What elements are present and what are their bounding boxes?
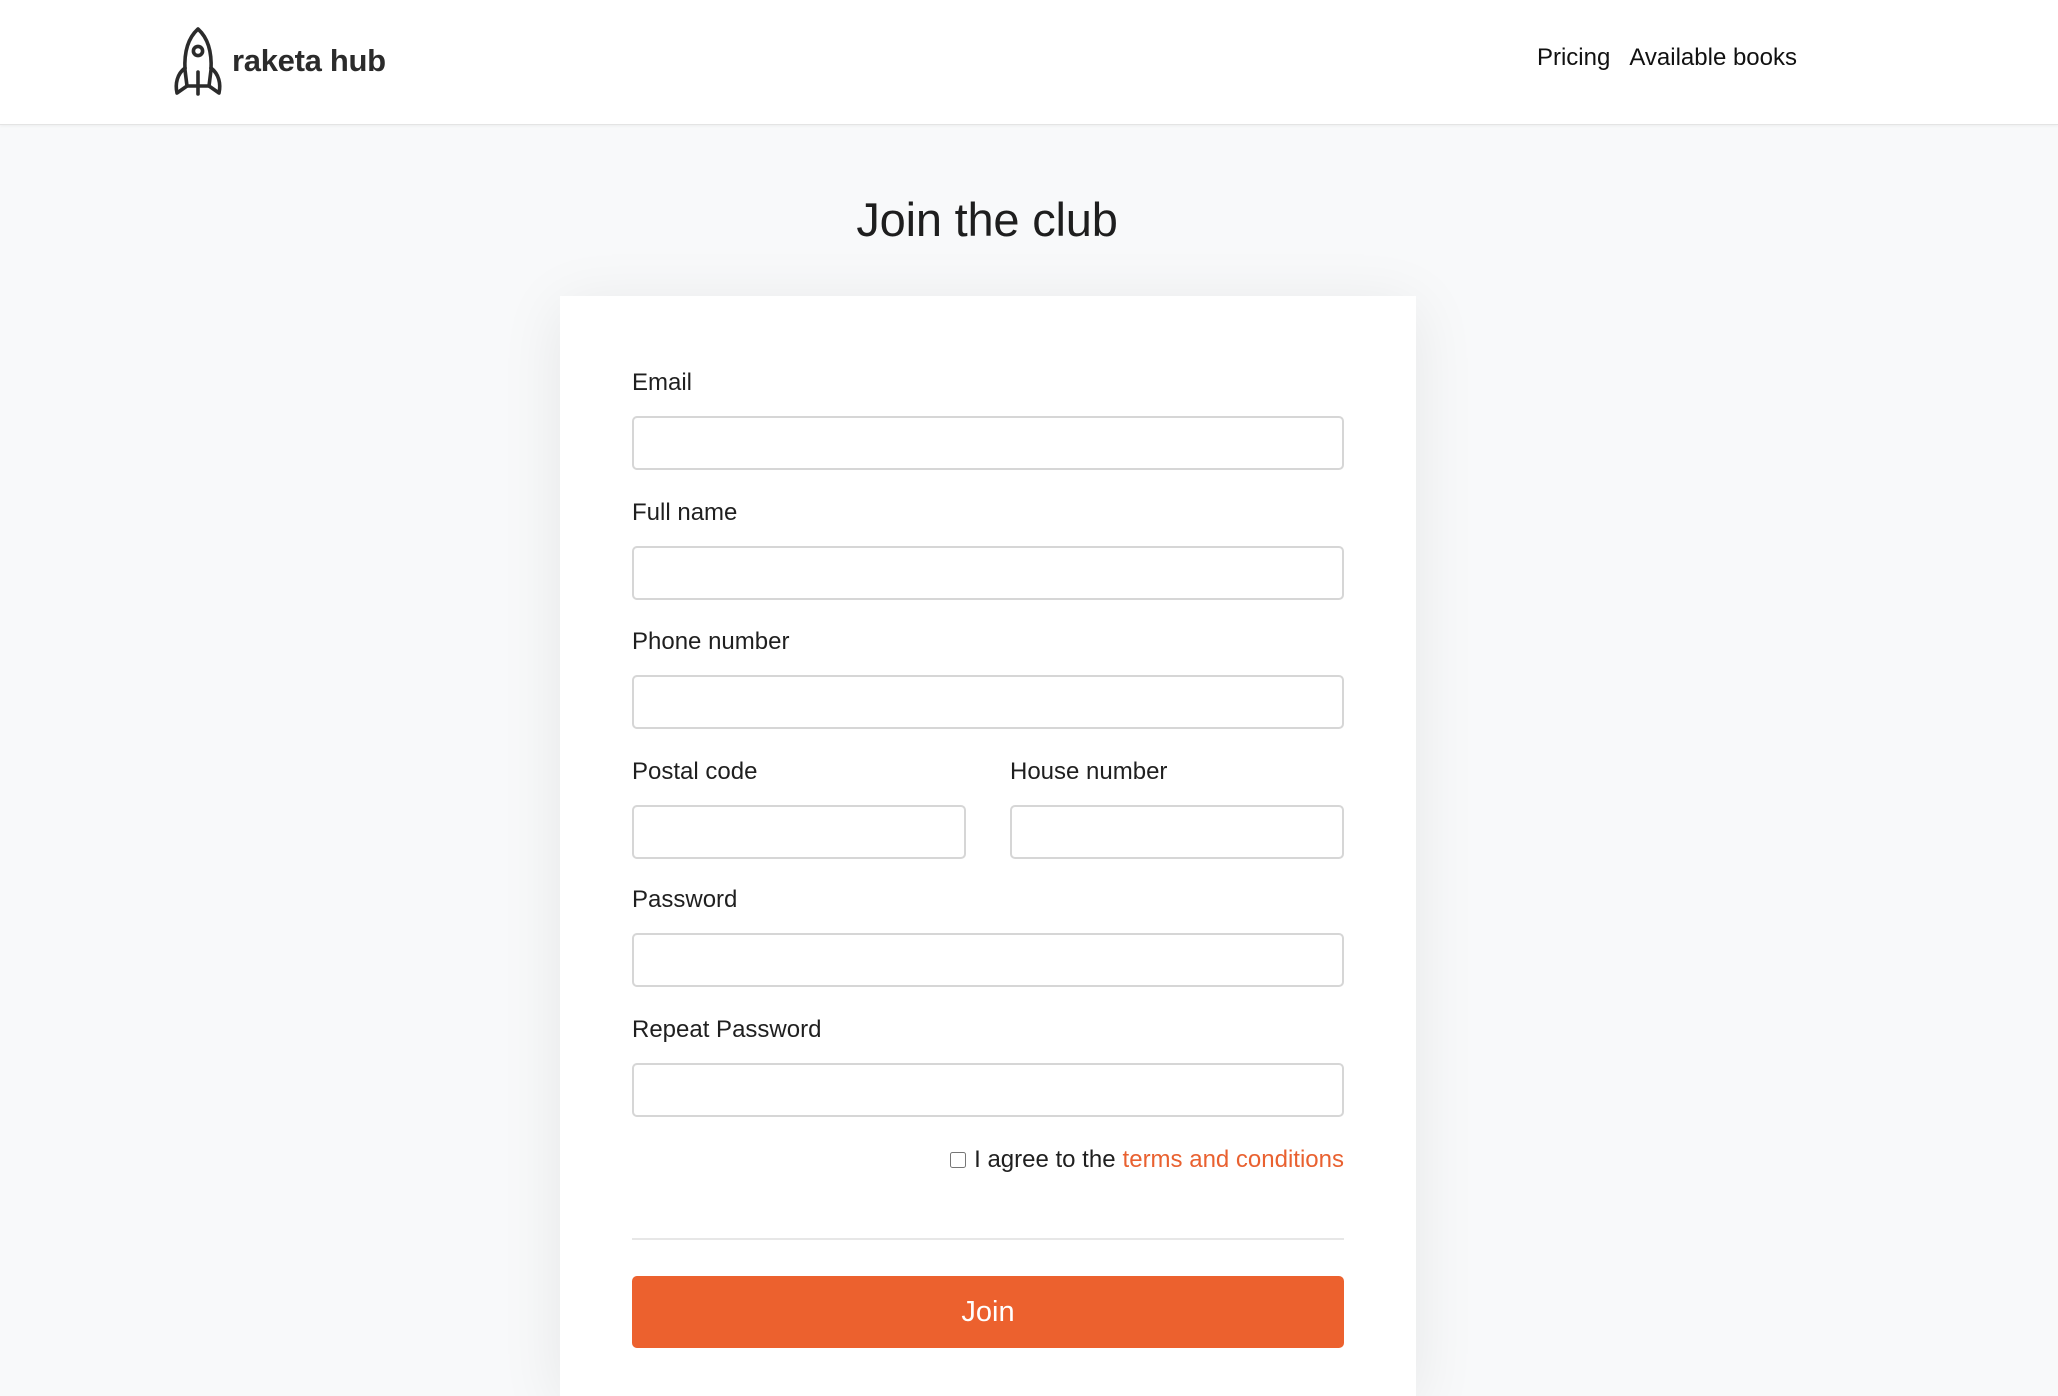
nav-link-pricing[interactable]: Pricing (1537, 44, 1610, 72)
terms-agreement: I agree to the terms and conditions (950, 1146, 1344, 1174)
main-nav: Pricing Available books (1537, 44, 1797, 72)
email-field[interactable] (632, 416, 1344, 470)
phone-number-label: Phone number (632, 628, 790, 655)
terms-agree-label[interactable]: I agree to the (974, 1146, 1115, 1174)
house-number-label: House number (1010, 758, 1168, 785)
site-header: raketa hub Pricing Available books (0, 0, 2058, 125)
repeat-password-label: Repeat Password (632, 1016, 822, 1043)
postal-code-field[interactable] (632, 805, 966, 859)
form-divider (632, 1238, 1344, 1240)
house-number-field[interactable] (1010, 805, 1344, 859)
brand-logo-link[interactable]: raketa hub (172, 26, 386, 96)
full-name-field[interactable] (632, 546, 1344, 600)
brand-name: raketa hub (232, 43, 386, 78)
join-button[interactable]: Join (632, 1276, 1344, 1348)
page-title: Join the club (856, 193, 1118, 246)
repeat-password-field[interactable] (632, 1063, 1344, 1117)
rocket-icon (174, 27, 222, 96)
full-name-label: Full name (632, 499, 738, 526)
nav-link-available-books[interactable]: Available books (1629, 44, 1797, 72)
terms-checkbox[interactable] (950, 1152, 967, 1168)
password-field[interactable] (632, 933, 1344, 987)
postal-code-label: Postal code (632, 758, 758, 785)
phone-number-field[interactable] (632, 675, 1344, 729)
terms-link[interactable]: terms and conditions (1123, 1146, 1344, 1174)
signup-card: Email Full name Phone number Postal code… (560, 296, 1416, 1396)
password-label: Password (632, 886, 738, 913)
email-label: Email (632, 369, 693, 396)
